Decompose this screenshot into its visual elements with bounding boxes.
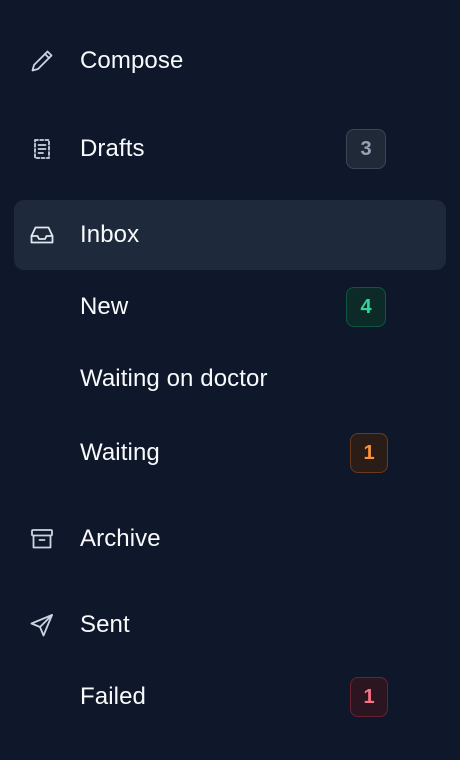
drafts-icon: [28, 135, 56, 163]
archive-icon: [28, 525, 56, 553]
waiting-count-badge: 1: [350, 433, 388, 473]
nav-item-waiting-on-doctor[interactable]: Waiting on doctor: [14, 344, 446, 414]
nav-item-compose[interactable]: Compose: [14, 26, 446, 96]
nav-item-drafts[interactable]: Drafts 3: [14, 114, 446, 184]
send-icon: [28, 611, 56, 639]
nav-item-failed[interactable]: Failed 1: [14, 662, 446, 732]
inbox-icon: [28, 221, 56, 249]
nav-item-new[interactable]: New 4: [14, 272, 446, 342]
drafts-count-badge: 3: [346, 129, 386, 169]
nav-item-label: Inbox: [80, 221, 140, 248]
nav-item-archive[interactable]: Archive: [14, 504, 446, 574]
nav-item-label: Compose: [80, 47, 184, 74]
nav-item-label: Failed: [80, 683, 146, 710]
nav-item-label: Waiting on doctor: [80, 365, 268, 392]
nav-item-sent[interactable]: Sent: [14, 590, 446, 660]
failed-count-badge: 1: [350, 677, 388, 717]
pencil-icon: [28, 47, 56, 75]
nav-item-label: Archive: [80, 525, 161, 552]
nav-item-waiting[interactable]: Waiting 1: [14, 418, 446, 488]
new-count-badge: 4: [346, 287, 386, 327]
nav-item-label: Drafts: [80, 135, 145, 162]
nav-item-label: Sent: [80, 611, 130, 638]
nav-item-label: New: [80, 293, 129, 320]
nav-item-label: Waiting: [80, 439, 160, 466]
nav-item-inbox[interactable]: Inbox: [14, 200, 446, 270]
